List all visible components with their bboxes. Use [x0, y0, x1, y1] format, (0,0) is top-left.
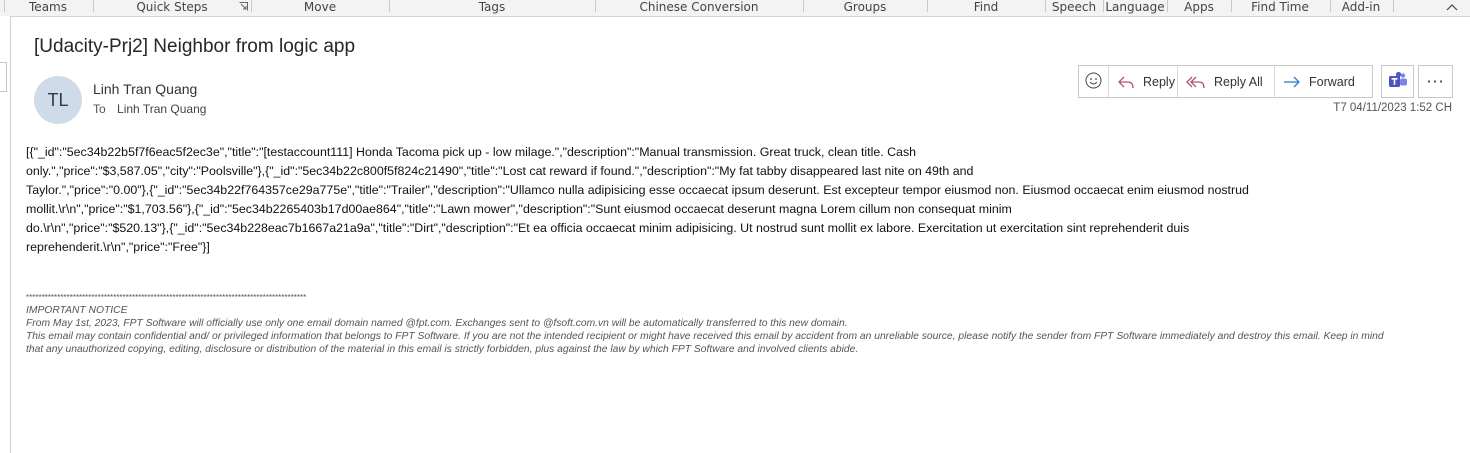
ribbon-group-teams: Teams [29, 0, 67, 14]
disclaimer-separator: ****************************************… [26, 293, 307, 302]
reply-label: Reply [1143, 74, 1175, 89]
disclaimer-line: that any unauthorized copying, editing, … [26, 344, 859, 355]
ribbon-group-language: Language [1105, 0, 1165, 14]
reply-button[interactable]: Reply [1109, 66, 1178, 97]
dialog-launcher-icon[interactable] [239, 2, 248, 11]
body-line: Taylor.","price":"0.00"},{"_id":"5ec34b2… [26, 183, 1249, 197]
ribbon-group-apps: Apps [1184, 0, 1214, 14]
recipient-line: To Linh Tran Quang [93, 102, 206, 116]
message-timestamp: T7 04/11/2023 1:52 CH [1333, 102, 1452, 114]
email-disclaimer: ****************************************… [26, 291, 1446, 356]
ribbon-separator [1393, 0, 1394, 12]
reaction-button[interactable] [1079, 66, 1109, 97]
pane-splitter-handle[interactable] [0, 62, 7, 92]
ribbon-group-tags: Tags [478, 0, 506, 14]
forward-arrow-icon [1283, 75, 1301, 89]
forward-label: Forward [1309, 74, 1355, 89]
ribbon-group-speech: Speech [1051, 0, 1097, 14]
disclaimer-heading: IMPORTANT NOTICE [26, 305, 128, 316]
reply-icon [1117, 75, 1135, 89]
recipient-name[interactable]: Linh Tran Quang [117, 102, 206, 116]
ribbon-group-groups: Groups [843, 0, 887, 14]
ribbon-group-quick-steps: Quick Steps [136, 0, 208, 14]
ribbon-group-find-time: Find Time [1251, 0, 1309, 14]
body-line: only.","price":"$3,587.05","city":"Pools… [26, 164, 974, 178]
disclaimer-line: This email may contain confidential and/… [26, 331, 1384, 342]
forward-button[interactable]: Forward [1275, 66, 1363, 97]
message-actions-toolbar: Reply Reply All Forward [1078, 65, 1373, 98]
teams-icon [1388, 70, 1408, 94]
body-line: mollit.\r\n","price":"$1,703.56"},{"_id"… [26, 202, 1012, 216]
to-label: To [93, 102, 106, 116]
disclaimer-line: From May 1st, 2023, FPT Software will of… [26, 318, 848, 329]
avatar[interactable]: TL [34, 76, 82, 124]
ribbon-group-move: Move [303, 0, 337, 14]
reply-all-label: Reply All [1214, 74, 1263, 89]
message-body: [{"_id":"5ec34b22b5f7f6eac5f2ec3e","titl… [26, 143, 1436, 257]
collapse-ribbon-icon[interactable] [1446, 1, 1458, 14]
reply-all-button[interactable]: Reply All [1178, 66, 1275, 97]
message-subject: [Udacity-Prj2] Neighbor from logic app [34, 36, 356, 57]
sender-name[interactable]: Linh Tran Quang [93, 81, 197, 97]
smiley-icon [1085, 72, 1102, 92]
ribbon-group-find: Find [973, 0, 999, 14]
ribbon-group-chinese-conversion: Chinese Conversion [639, 0, 759, 14]
reply-all-icon [1186, 75, 1206, 89]
ribbon-group-add-in: Add-in [1341, 0, 1381, 14]
body-line: reprehenderit.\r\n","price":"Free"}] [26, 240, 210, 254]
body-line: [{"_id":"5ec34b22b5f7f6eac5f2ec3e","titl… [26, 145, 917, 159]
ribbon-group-labels: Teams Quick Steps Move Tags Chinese Conv… [0, 0, 1470, 17]
body-line: do.\r\n","price":"$520.13"},{"_id":"5ec3… [26, 221, 1190, 235]
more-actions-button[interactable]: ··· [1418, 65, 1453, 98]
share-to-teams-button[interactable] [1381, 65, 1414, 98]
